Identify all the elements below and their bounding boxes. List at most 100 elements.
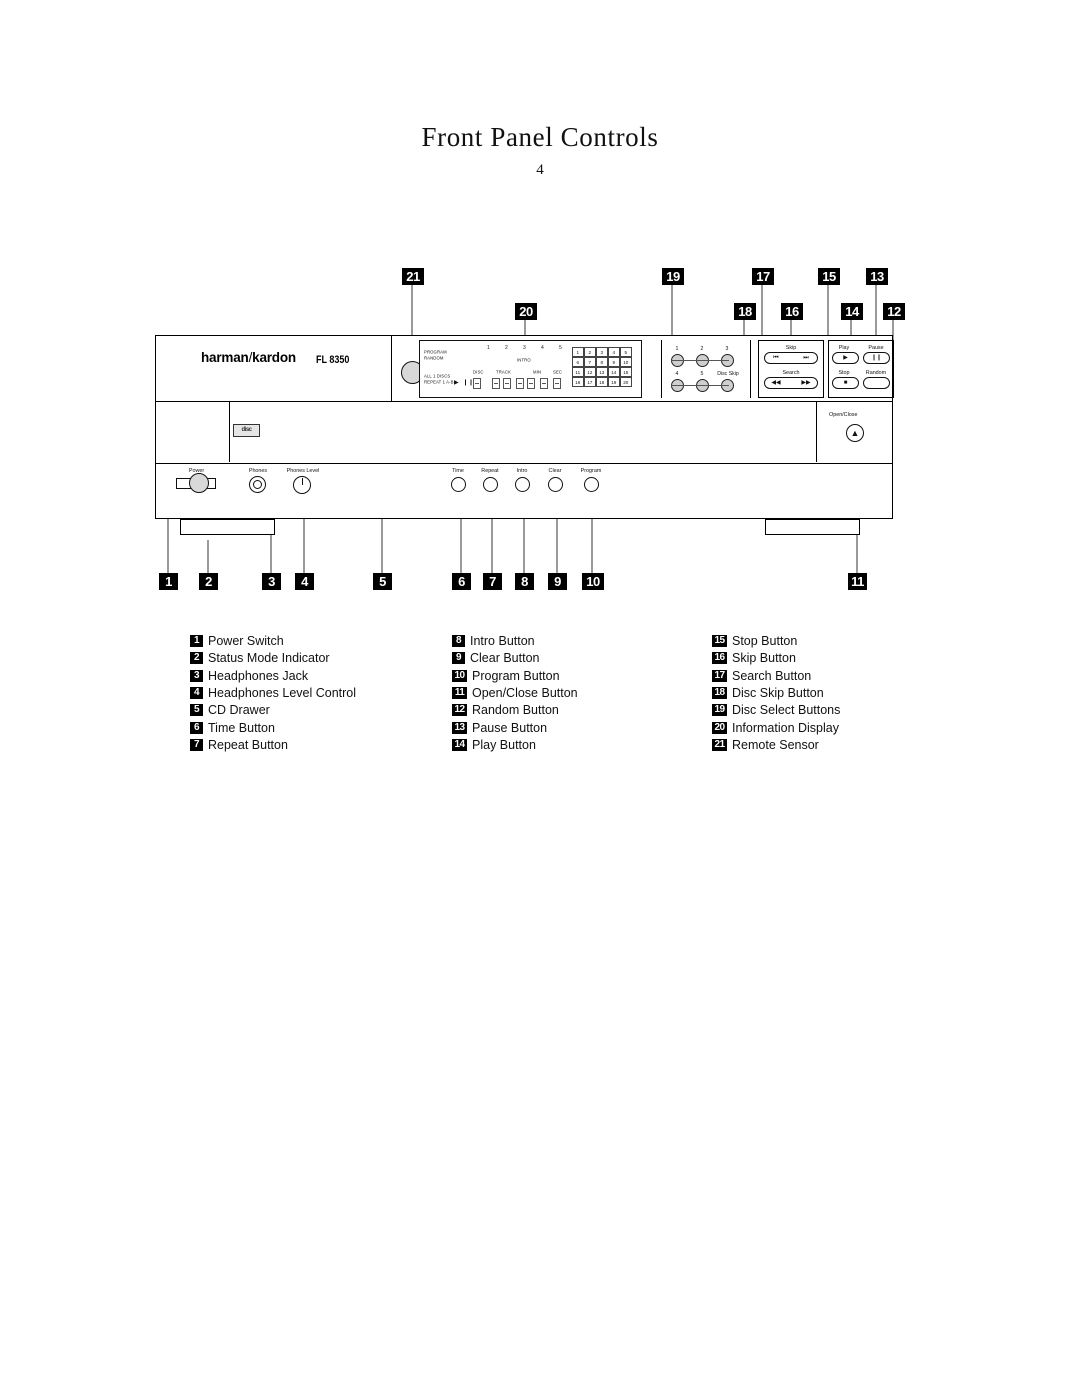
skip-next-icon: ⏭: [803, 355, 809, 361]
display-disc-indicator-1: 1: [487, 345, 490, 351]
legend-item: 5 CD Drawer: [190, 702, 440, 719]
legend-badge: 5: [190, 704, 203, 717]
track-cell: 13: [596, 367, 608, 377]
callout-10: 10: [582, 573, 604, 590]
legend-badge: 9: [452, 652, 465, 665]
legend-badge: 1: [190, 634, 203, 647]
track-cell: 10: [620, 357, 632, 367]
display-segment-sec-2: [553, 378, 561, 389]
callout-6: 6: [452, 573, 471, 590]
page-title: Front Panel Controls: [421, 122, 659, 152]
time-button[interactable]: [451, 477, 466, 492]
legend-badge: 20: [712, 721, 727, 734]
legend-item: 12 Random Button: [452, 702, 702, 719]
legend-label: Random Button: [472, 703, 559, 718]
open-close-button[interactable]: ▲: [846, 424, 864, 442]
skip-label: Skip: [785, 345, 797, 351]
random-label: Random: [865, 370, 887, 376]
legend-item: 4 Headphones Level Control: [190, 684, 440, 701]
track-cell: 16: [572, 377, 584, 387]
stop-icon: ■: [843, 380, 848, 386]
callout-1: 1: [159, 573, 178, 590]
display-track-label: TRACK: [496, 370, 511, 375]
headphones-jack[interactable]: [249, 476, 266, 493]
drawer-divider-left: [229, 402, 231, 462]
callout-7: 7: [483, 573, 502, 590]
track-cell: 4: [608, 347, 620, 357]
display-min-label: MIN: [533, 370, 542, 375]
display-intro-label: INTRO: [517, 358, 531, 363]
disc-row-1-bar: [671, 360, 729, 362]
callout-12: 12: [883, 303, 905, 320]
legend-item: 20 Information Display: [712, 719, 962, 736]
headphones-level-knob[interactable]: [293, 476, 311, 494]
legend-item: 8 Intro Button: [452, 632, 702, 649]
track-cell: 9: [608, 357, 620, 367]
power-switch[interactable]: [189, 473, 209, 493]
track-cell: 20: [620, 377, 632, 387]
disc-row-2-bar: [671, 385, 729, 387]
manual-page: Front Panel Controls 4 21 20 19 18 17 16…: [0, 0, 1080, 1397]
legend-item: 19 Disc Select Buttons: [712, 702, 962, 719]
page-number: 4: [536, 162, 544, 178]
legend-label: Program Button: [472, 668, 560, 683]
model-name: FL 8350: [316, 353, 350, 366]
leader-19: [671, 285, 673, 340]
disc-button-5-label: 5: [700, 371, 704, 377]
information-display: PROGRAM RANDOM ALL 1 DISCS REPEAT 1 A-B …: [419, 340, 642, 398]
display-disc-indicator-3: 3: [523, 345, 526, 351]
legend-item: 6 Time Button: [190, 719, 440, 736]
callout-5: 5: [373, 573, 392, 590]
track-cell: 11: [572, 367, 584, 377]
compact-disc-logo: disc: [233, 424, 260, 437]
phones-label: Phones: [248, 468, 268, 474]
legend-item: 18 Disc Skip Button: [712, 684, 962, 701]
device-foot-right: [765, 519, 860, 535]
legend-label: Pause Button: [472, 720, 548, 735]
callout-8: 8: [515, 573, 534, 590]
display-play-icon: ▶: [454, 380, 460, 386]
pause-icon: ❙❙: [871, 355, 882, 361]
legend-badge: 18: [712, 686, 727, 699]
legend-badge: 3: [190, 669, 203, 682]
track-cell: 8: [596, 357, 608, 367]
random-button[interactable]: [863, 377, 890, 389]
repeat-button[interactable]: [483, 477, 498, 492]
display-segment-min-2: [527, 378, 535, 389]
intro-label: Intro: [516, 468, 528, 474]
clear-button[interactable]: [548, 477, 563, 492]
legend-item: 3 Headphones Jack: [190, 667, 440, 684]
display-disc-indicator-2: 2: [505, 345, 508, 351]
display-disc-label: DISC: [473, 370, 484, 375]
legend-label: Clear Button: [470, 651, 540, 666]
callout-20: 20: [515, 303, 537, 320]
legend-label: Time Button: [208, 720, 275, 735]
legend-badge: 11: [452, 686, 467, 699]
leader-2: [207, 540, 209, 573]
callout-11: 11: [848, 573, 867, 590]
cd-drawer-panel[interactable]: disc Open/Close ▲: [155, 402, 893, 464]
disc-button-3-label: 3: [725, 346, 729, 352]
pause-label: Pause: [868, 345, 884, 351]
legend-item: 1 Power Switch: [190, 632, 440, 649]
callout-4: 4: [295, 573, 314, 590]
legend-label: Headphones Level Control: [208, 685, 357, 700]
disc-button-1-label: 1: [675, 346, 679, 352]
legend-item: 21 Remote Sensor: [712, 736, 962, 753]
legend-column-1: 1 Power Switch 2 Status Mode Indicator 3 He…: [190, 632, 440, 754]
skip-previous-icon: ⏮: [773, 355, 779, 361]
legend-column-3: 15 Stop Button 16 Skip Button 17 Search But…: [712, 632, 962, 754]
track-cell: 2: [584, 347, 596, 357]
disc-button-4-label: 4: [675, 371, 679, 377]
intro-button[interactable]: [515, 477, 530, 492]
legend-label: Stop Button: [732, 633, 798, 648]
display-all-discs-label: ALL 1 DISCS: [424, 374, 451, 379]
legend-badge: 12: [452, 704, 467, 717]
legend-badge: 15: [712, 634, 727, 647]
program-button[interactable]: [584, 477, 599, 492]
legend-badge: 7: [190, 739, 203, 752]
legend-badge: 2: [190, 652, 203, 665]
legend-label: Headphones Jack: [208, 668, 309, 683]
legend-label: Power Switch: [208, 633, 284, 648]
headphones-jack-inner: [253, 480, 262, 489]
